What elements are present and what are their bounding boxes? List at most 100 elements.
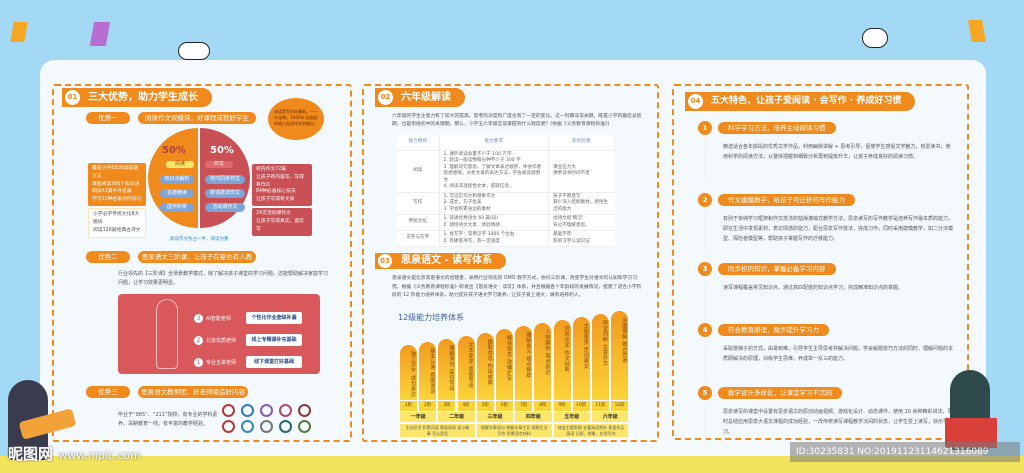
feature-text: 思泉读写的课堂中设置有思泉语文的原创动画视频、游戏化设计、动态课件，使用 20 … (723, 409, 953, 435)
section-number: 03 (378, 254, 392, 268)
table-header: 能力模块 (397, 135, 440, 151)
timeline-line (705, 139, 706, 179)
ability-table: 能力模块 能力要求 影响因素 阅读 1. 课外阅读总量不少于 100 万字 2. 默读一… (397, 135, 615, 247)
timeline-line (705, 211, 706, 251)
watermark-logo-text: 昵图网 (8, 445, 54, 463)
chart-bar: 文本复述 看图写话 (457, 335, 475, 400)
chart-bar: 理解含义 观点修辞 (515, 326, 533, 400)
tier-description: 线下课堂打好基础 (246, 356, 302, 368)
table-header: 能力要求 (439, 135, 549, 151)
writing-label: 作文 (205, 161, 233, 168)
level-label: 6阶 (496, 401, 513, 411)
chart-bar: 辨证判断 立意升华 (592, 313, 609, 400)
section-title: 04 五大特色，让孩子爱阅读 · 会写作 · 养成好习惯 (685, 92, 916, 111)
table-cell-module: 写作 (397, 192, 440, 215)
advantage-label: 优势一 (86, 112, 130, 124)
table-cell-factor: 孩子不愿意写 缺少深入挖掘素材，感悟生活的能力 (548, 192, 615, 215)
university-logo-icon (260, 420, 273, 433)
feature-number: 3 (698, 262, 712, 276)
feature-text: 采取搭梯子的方式，由易到难，引导学生主导思考并解决问题，学会解题技巧方法的同时，… (723, 346, 954, 362)
rocket-icon (156, 299, 178, 369)
writing-feature-box: 84种必备核心技法 让孩子写得有文采 (252, 186, 312, 206)
watermark-logo: 昵图网 www.nipic.com (8, 443, 141, 464)
tier-number: 2 (194, 336, 203, 345)
section-title-text: 思泉语文 - 读写体系 (401, 255, 493, 266)
level-label: 11阶 (592, 401, 609, 411)
flying-book-icon (89, 22, 111, 46)
feature-text: 精选适合各年龄段的优秀文学作品，利用幽默讲解 + 思考引导，促使学生感受文学魅力… (723, 144, 951, 160)
table-cell-factor: 课业压力大 课余读书时间不足 (548, 150, 615, 193)
table-row: 写作 1. 写记实作文和想象作文 2. 成文，句子优美 3. 学会积累身边的素材 孩子不… (397, 192, 615, 215)
advantage-text: 行业领先的【三阶课】全场景教学模式，除了解决孩子课堂的学习问题，还能帮助解决家庭… (118, 271, 329, 286)
ability-chart: 独立识字 成句表达 基本认读 看图说话 理解词句 连句写段 文本复述 看图写话 提取信息… (400, 300, 630, 400)
university-logo-icon (298, 404, 311, 417)
level-label: 3阶 (438, 401, 456, 411)
factor-line: 背过不理解意思。 (553, 222, 590, 228)
chart-bar: 提取信息 构段成篇 (476, 332, 494, 400)
table-cell-requirement: 1. 会写字：常用汉字 3000 个左右 2. 有硬笔书写，有一定速度 (439, 230, 549, 247)
level-label: 4阶 (457, 401, 475, 411)
feature-number: 4 (698, 323, 712, 337)
feature-line: 覆盖小学6年阅读答题方法 (92, 166, 139, 179)
university-logo-icon (241, 404, 254, 417)
feature-title: 符合教育原理，稳步提升学习力 (718, 324, 829, 336)
reading-tag: 知识点解析 (160, 175, 194, 184)
tier-description: 线上专题课补充基础 (246, 334, 302, 346)
section-intro: 思泉语文是北京高思语文的创建者，采用行业领先的 OMO 教学方式，依托三阶课，改… (392, 276, 642, 298)
university-logo-icon (241, 420, 254, 433)
section-title: 01 三大优势，助力学生成长 (62, 88, 212, 107)
feature-text: 有别于单纯学习框架和作文技法的枯燥灌输式教学方法，思泉读写的写作教学是培养写作最… (723, 216, 954, 242)
level-label: 8阶 (534, 401, 552, 411)
timeline-line (705, 341, 706, 381)
feature-line: 阅读126篇经典古诗文 (93, 228, 141, 233)
timeline-line (705, 280, 706, 320)
requirement-line: 3. 学会积累身边的素材 (443, 206, 491, 212)
grade-label: 一年级 (400, 412, 437, 422)
feature-line: 24次活动课作文 (256, 211, 291, 216)
tier-number: 1 (194, 358, 203, 367)
watermark-id: ID:30235831 NO:20191123114621316089 (790, 442, 1020, 462)
feature-title: 同步校内知识，掌握必备学习内容 (718, 263, 836, 275)
pie-caption: 阅读作文各占一半，阅读为重 (170, 237, 229, 242)
reading-feature-box: 小学必学传统文化8大模块 阅读126篇经典古诗文 (88, 208, 146, 238)
timeline-line (705, 404, 706, 444)
level-label: 12阶 (611, 401, 629, 411)
section-title-text: 五大特色，让孩子爱阅读 · 会写作 · 养成好习惯 (711, 96, 902, 106)
writing-percent: 50% (210, 145, 234, 156)
level-label: 2阶 (419, 401, 437, 411)
advantage-label: 优势二 (86, 251, 130, 263)
tier-teacher: 北京优质老师 (206, 338, 237, 344)
level-label: 7阶 (515, 401, 533, 411)
requirement-line: 2. 有硬笔书写，有一定速度 (443, 238, 500, 244)
quote-bubble: 阅读是写作的基础。——叶圣陶，1942年 由阅读的输入促进作文的输出。 (268, 98, 324, 140)
chart-bar: 全面理解 融合贯通 (611, 310, 629, 400)
section-number: 04 (688, 94, 703, 109)
cloud-icon (862, 28, 888, 48)
feature-number: 5 (698, 386, 712, 400)
advantage-title: 阅读作文双模块，好课程成就好学生 (138, 112, 256, 124)
university-logo-icon (222, 404, 235, 417)
reading-tag: 名篇精读 (160, 189, 194, 198)
tier-number: 3 (194, 314, 203, 323)
section-title: 02 六年级解读 (375, 88, 465, 107)
table-row: 识字与写字 1. 会写字：常用汉字 3000 个左右 2. 有硬笔书写，有一定速度基… (397, 230, 615, 247)
level-label: 1阶 (400, 401, 417, 411)
feature-title: 科学学习方法，培养主动阅读习惯 (718, 122, 836, 134)
grade-description: 体会主题思想 名著阅读赏析 多类作品阅读 记叙、想象、应用写作 (553, 424, 629, 437)
feature-line: 84种必备核心技法 (256, 189, 296, 194)
table-cell-requirement: 1. 写记实作文和想象作文 2. 成文，句子优美 3. 学会积累身边的素材 (439, 192, 549, 215)
watermark-site: www.nipic.com (58, 449, 141, 462)
table-cell-factor: 古诗文很'晦涩' 背过不理解意思。 (548, 214, 615, 231)
reading-percent: 50% (162, 145, 186, 156)
requirement-line: 2. 领悟诗文大意，体验情感 (443, 222, 500, 228)
university-logo-icon (279, 404, 292, 417)
table-row: 阅读 1. 课外阅读总量不少于 100 万字 2. 默读一般读物每分钟不少于 300… (397, 150, 615, 193)
flying-book-icon (10, 22, 28, 42)
advantage-text: 毕业于“985”、“211”院校，有专业的学科素养，深耕教育一线，有丰富的教学经… (118, 412, 218, 427)
reading-label: 阅读 (166, 161, 194, 168)
tier-teacher: AI智能老师 (206, 316, 231, 322)
grade-description: 理解文章语句 把握文章主旨 观察生活写作 积累语言材料 (476, 424, 552, 437)
chart-bar: 赏析文本 作文创新 (553, 320, 571, 400)
level-label: 9阶 (553, 401, 571, 411)
grade-description: 主动识字 积累词语 图画阅读 读小故事 写心里话 (400, 424, 475, 437)
